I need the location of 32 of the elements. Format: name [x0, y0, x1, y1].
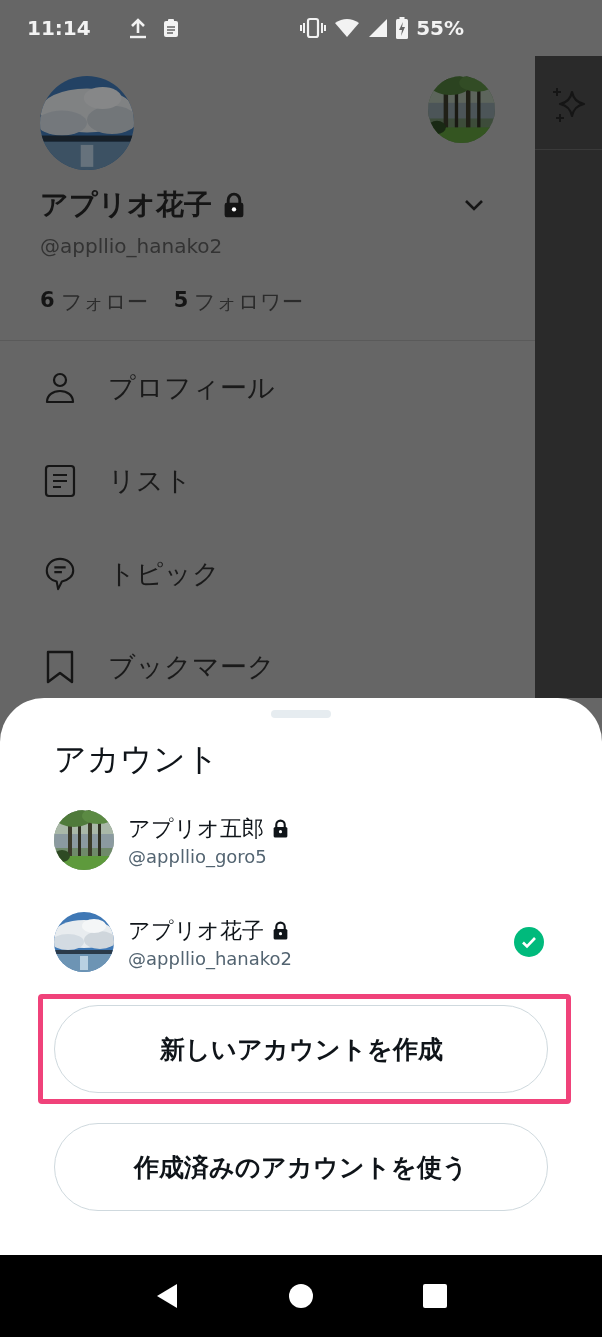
menu-item[interactable]: プロフィール — [108, 369, 275, 406]
account-button[interactable]: 新しいアカウントを作成 — [54, 1005, 548, 1093]
list-icon — [44, 463, 76, 498]
account-button[interactable]: 作成済みのアカウントを使う — [54, 1123, 548, 1211]
person-icon — [44, 370, 76, 405]
signal-icon — [368, 17, 389, 39]
menu-item[interactable]: トピック — [108, 555, 220, 592]
clock-time: 11:14 — [27, 16, 91, 40]
account-handle: @appllio_goro5 — [128, 845, 268, 867]
following-count: 6 — [40, 288, 55, 314]
account-name[interactable]: アプリオ五郎 — [128, 813, 264, 844]
upload-icon — [128, 17, 147, 39]
recents-icon[interactable] — [421, 1282, 449, 1310]
battery-icon — [396, 17, 409, 39]
wifi-icon — [334, 17, 361, 39]
account-name: アプリオ花子 — [40, 187, 212, 223]
menu-item[interactable]: ブックマーク — [108, 648, 275, 685]
bookmark-icon — [44, 649, 76, 684]
speech-bubble-icon — [44, 556, 76, 591]
account-name[interactable]: アプリオ花子 — [128, 915, 264, 946]
home-icon[interactable] — [287, 1282, 315, 1310]
following-label[interactable]: フォロー — [60, 288, 148, 316]
account-handle: @appllio_hanako2 — [128, 947, 294, 969]
menu-item[interactable]: リスト — [108, 462, 192, 499]
battery-percent: 55% — [416, 16, 464, 40]
followers-count: 5 — [173, 288, 189, 314]
sheet-title: アカウント — [53, 739, 220, 780]
followers-label[interactable]: フォロワー — [194, 288, 304, 316]
vibrate-icon — [300, 17, 327, 39]
drag-handle[interactable] — [271, 710, 331, 718]
chevron-down-icon[interactable] — [463, 198, 485, 212]
clipboard-icon — [162, 17, 179, 39]
